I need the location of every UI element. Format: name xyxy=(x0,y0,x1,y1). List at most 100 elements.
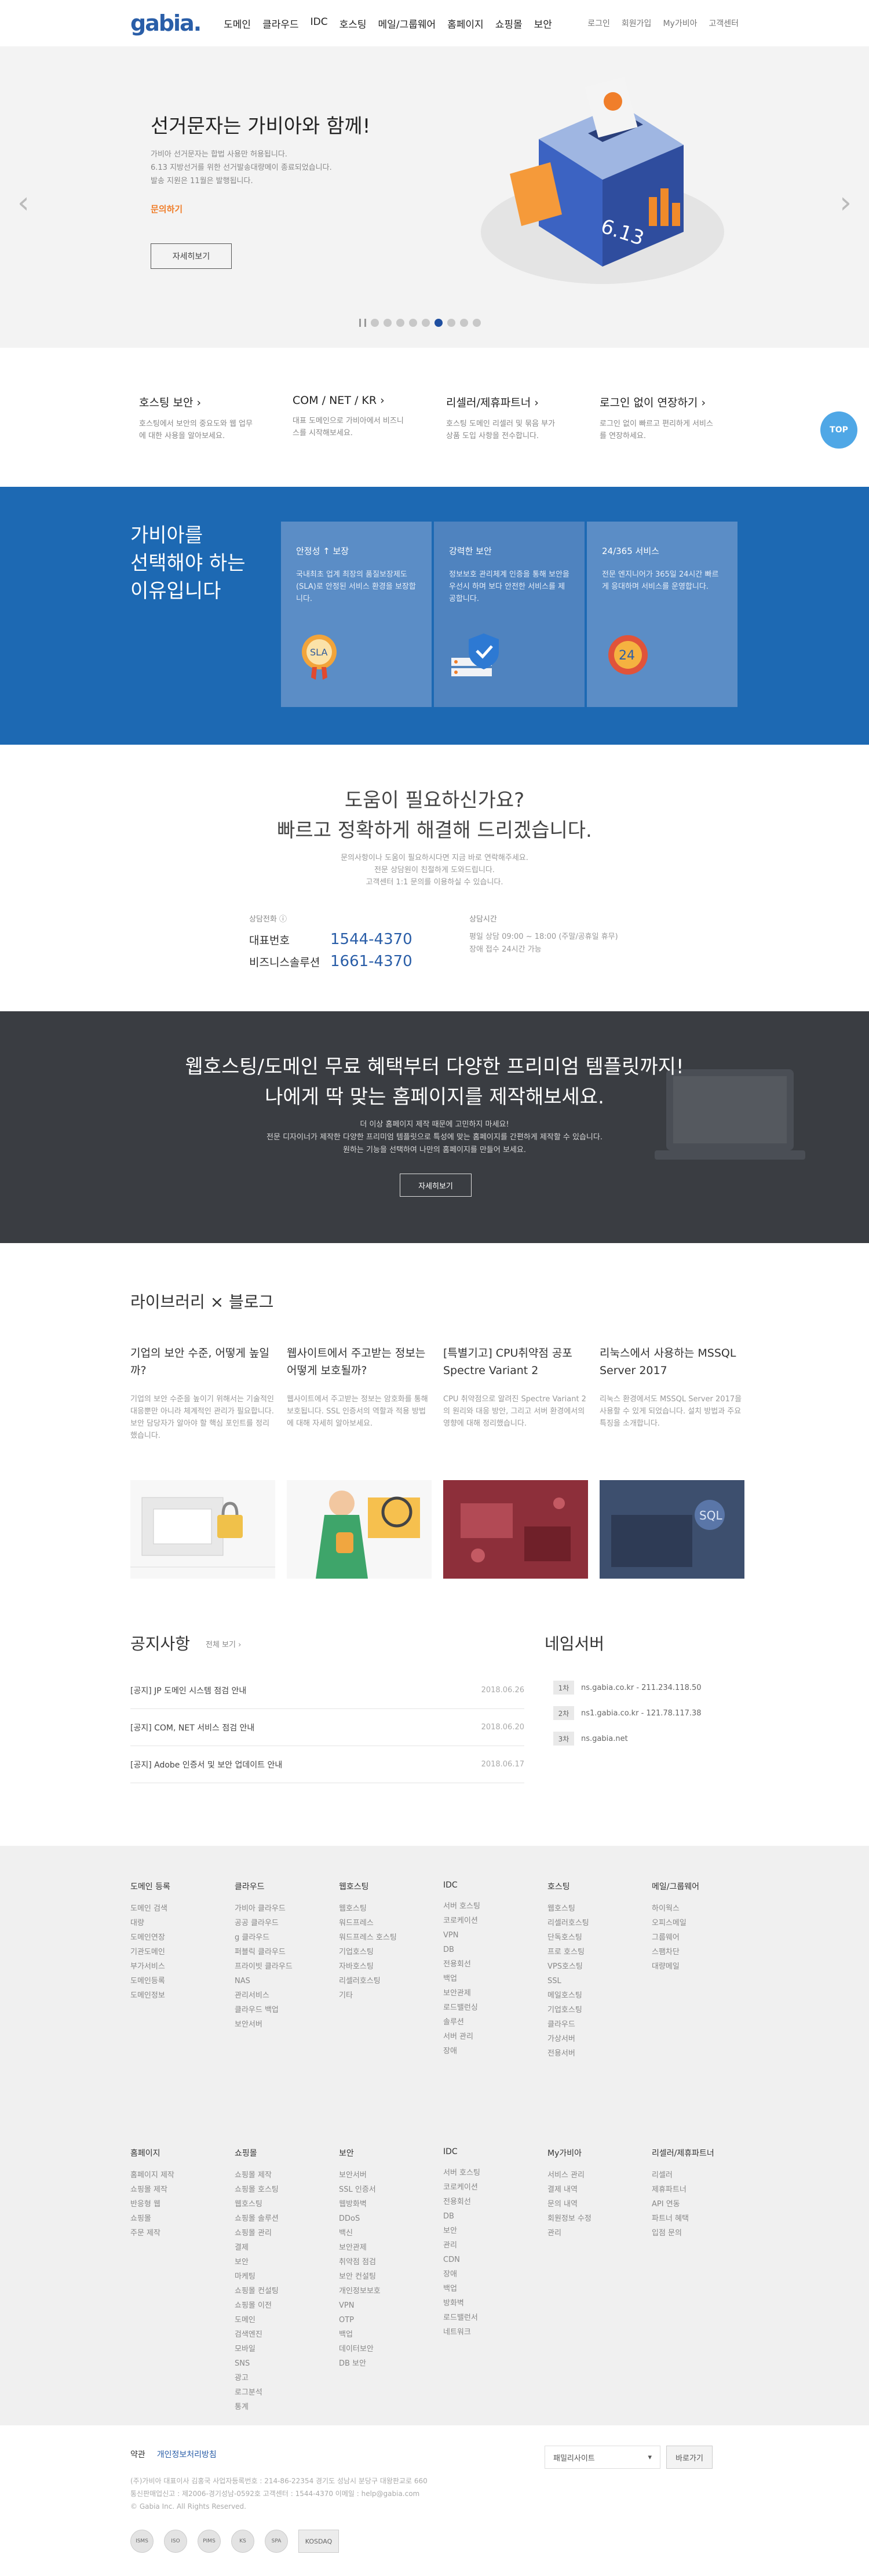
sitemap-column-title[interactable]: 도메인 등록 xyxy=(130,1881,235,1892)
sitemap-link[interactable]: 주문 제작 xyxy=(130,2226,235,2240)
my-gabia-link[interactable]: My가비아 xyxy=(663,17,697,29)
privacy-link[interactable]: 개인정보처리방침 xyxy=(157,2449,217,2460)
sitemap-link[interactable]: 백신 xyxy=(339,2226,443,2240)
sitemap-link[interactable]: 모바일 xyxy=(235,2342,339,2356)
quick-hosting-security[interactable]: 호스팅 보안 › 호스팅에서 보안의 중요도와 웹 업무에 대한 사용을 알아보… xyxy=(139,394,293,442)
slider-next-icon[interactable]: › xyxy=(839,185,852,220)
sitemap-link[interactable]: 데이터보안 xyxy=(339,2342,443,2356)
sitemap-link[interactable]: 기업호스팅 xyxy=(339,1945,443,1959)
sitemap-link[interactable]: 리셀러호스팅 xyxy=(339,1974,443,1988)
sitemap-link[interactable]: 보안관제 xyxy=(339,2240,443,2255)
slider-dot[interactable] xyxy=(371,319,379,327)
sitemap-link[interactable]: NAS xyxy=(235,1974,339,1988)
sitemap-link[interactable]: 코로케이션 xyxy=(443,2180,547,2195)
sitemap-link[interactable]: 파트너 혜택 xyxy=(652,2211,756,2226)
sitemap-link[interactable]: API 연동 xyxy=(652,2197,756,2211)
quick-reseller[interactable]: 리셀러/제휴파트너 › 호스팅 도메인 리셀러 및 묶음 부가 상품 도입 사항… xyxy=(446,394,600,442)
sitemap-column-title[interactable]: My가비아 xyxy=(547,2147,652,2159)
sitemap-link[interactable]: DB xyxy=(443,2209,547,2224)
sitemap-link[interactable]: 하이웍스 xyxy=(652,1901,756,1916)
quick-domains[interactable]: COM / NET / KR › 대표 도메인으로 가비아에서 비즈니스를 시작… xyxy=(293,394,446,442)
sitemap-link[interactable]: 취약점 점검 xyxy=(339,2255,443,2269)
slider-dot[interactable] xyxy=(447,319,455,327)
slider-dot[interactable] xyxy=(409,319,417,327)
sitemap-link[interactable]: 서버 호스팅 xyxy=(443,2166,547,2180)
customer-center-link[interactable]: 고객센터 xyxy=(709,17,739,29)
slider-dot-active[interactable] xyxy=(434,319,443,327)
sitemap-link[interactable]: 퍼블릭 클라우드 xyxy=(235,1945,339,1959)
sitemap-link[interactable]: 개인정보보호 xyxy=(339,2284,443,2298)
library-card[interactable]: 기업의 보안 수준, 어떻게 높일까? 기업의 보안 수준을 높이기 위해서는 … xyxy=(130,1345,275,1581)
sitemap-link[interactable]: 그룹웨어 xyxy=(652,1930,756,1945)
nav-mail[interactable]: 메일/그룹웨어 xyxy=(378,16,436,31)
sitemap-link[interactable]: 웹방화벽 xyxy=(339,2197,443,2211)
sitemap-column-title[interactable]: 홈페이지 xyxy=(130,2147,235,2159)
nav-cloud[interactable]: 클라우드 xyxy=(262,16,299,31)
sitemap-link[interactable]: 로그분석 xyxy=(235,2385,339,2400)
sitemap-link[interactable]: 스팸차단 xyxy=(652,1945,756,1959)
sitemap-link[interactable]: 장애 xyxy=(443,2267,547,2282)
slider-dot[interactable] xyxy=(396,319,404,327)
sitemap-link[interactable]: 반응형 웹 xyxy=(130,2197,235,2211)
sitemap-link[interactable]: 결제 xyxy=(235,2240,339,2255)
sitemap-link[interactable]: 로드밸런싱 xyxy=(443,2001,547,2015)
sitemap-link[interactable]: OTP xyxy=(339,2313,443,2327)
sitemap-link[interactable]: 통계 xyxy=(235,2400,339,2414)
notice-item[interactable]: [공지] Adobe 인증서 및 보안 업데이트 안내 2018.06.17 xyxy=(130,1746,524,1783)
sitemap-link[interactable]: 프라이빗 클라우드 xyxy=(235,1959,339,1974)
sitemap-link[interactable]: VPN xyxy=(443,1928,547,1943)
hero-detail-button[interactable]: 자세히보기 xyxy=(151,243,232,269)
slider-dot[interactable] xyxy=(460,319,468,327)
nav-security[interactable]: 보안 xyxy=(534,16,552,31)
sitemap-link[interactable]: 공공 클라우드 xyxy=(235,1916,339,1930)
sitemap-link[interactable]: SSL 인증서 xyxy=(339,2183,443,2197)
sitemap-link[interactable]: 기타 xyxy=(339,1988,443,2003)
nav-domain[interactable]: 도메인 xyxy=(224,16,251,31)
sitemap-link[interactable]: 백업 xyxy=(339,2327,443,2342)
sitemap-link[interactable]: 가비아 클라우드 xyxy=(235,1901,339,1916)
sitemap-link[interactable]: 관리 xyxy=(547,2226,652,2240)
sitemap-link[interactable]: 도메인 xyxy=(235,2313,339,2327)
nav-idc[interactable]: IDC xyxy=(311,16,328,31)
slider-prev-icon[interactable]: ‹ xyxy=(17,185,30,220)
sitemap-link[interactable]: 쇼핑몰 호스팅 xyxy=(235,2183,339,2197)
sitemap-link[interactable]: 장애 xyxy=(443,2044,547,2058)
sitemap-link[interactable]: 메일호스팅 xyxy=(547,1988,652,2003)
slider-dot[interactable] xyxy=(473,319,481,327)
sitemap-link[interactable]: VPN xyxy=(339,2298,443,2313)
library-card[interactable]: 리눅스에서 사용하는 MSSQL Server 2017 리눅스 환경에서도 M… xyxy=(600,1345,744,1581)
sitemap-link[interactable]: 검색엔진 xyxy=(235,2327,339,2342)
sitemap-link[interactable]: 보안 컨설팅 xyxy=(339,2269,443,2284)
sitemap-link[interactable]: 웹호스팅 xyxy=(547,1901,652,1916)
sitemap-link[interactable]: 마케팅 xyxy=(235,2269,339,2284)
sitemap-link[interactable]: 웹호스팅 xyxy=(235,2197,339,2211)
sitemap-link[interactable]: 기관도메인 xyxy=(130,1945,235,1959)
sitemap-link[interactable]: 오피스메일 xyxy=(652,1916,756,1930)
sitemap-link[interactable]: VPS호스팅 xyxy=(547,1959,652,1974)
sitemap-link[interactable]: 클라우드 백업 xyxy=(235,2003,339,2017)
sitemap-link[interactable]: DDoS xyxy=(339,2211,443,2226)
sitemap-link[interactable]: 방화벽 xyxy=(443,2296,547,2311)
sitemap-link[interactable]: 쇼핑몰 컨설팅 xyxy=(235,2284,339,2298)
sitemap-link[interactable]: 쇼핑몰 제작 xyxy=(235,2168,339,2183)
sitemap-link[interactable]: 도메인연장 xyxy=(130,1930,235,1945)
library-card[interactable]: [특별기고] CPU취약점 공포 Spectre Variant 2 CPU 취… xyxy=(443,1345,588,1581)
sitemap-link[interactable]: 회원정보 수정 xyxy=(547,2211,652,2226)
terms-link[interactable]: 약관 xyxy=(130,2449,145,2460)
sitemap-link[interactable]: 가상서버 xyxy=(547,2032,652,2046)
family-site-go-button[interactable]: 바로가기 xyxy=(666,2446,713,2469)
sitemap-column-title[interactable]: 메일/그룹웨어 xyxy=(652,1881,756,1892)
sitemap-link[interactable]: 보안서버 xyxy=(339,2168,443,2183)
nav-homepage[interactable]: 홈페이지 xyxy=(447,16,484,31)
sitemap-link[interactable]: 리셀러 xyxy=(652,2168,756,2183)
notice-item[interactable]: [공지] COM, NET 서비스 점검 안내 2018.06.20 xyxy=(130,1709,524,1746)
sitemap-link[interactable]: 대량 xyxy=(130,1916,235,1930)
sitemap-link[interactable]: 대량메일 xyxy=(652,1959,756,1974)
sitemap-link[interactable]: 도메인 검색 xyxy=(130,1901,235,1916)
hero-contact-link[interactable]: 문의하기 xyxy=(151,203,182,215)
sitemap-link[interactable]: 쇼핑몰 xyxy=(130,2211,235,2226)
sitemap-link[interactable]: 도메인정보 xyxy=(130,1988,235,2003)
sitemap-column-title[interactable]: IDC xyxy=(443,1881,547,1890)
sitemap-link[interactable]: 부가서비스 xyxy=(130,1959,235,1974)
sitemap-link[interactable]: 리셀러호스팅 xyxy=(547,1916,652,1930)
